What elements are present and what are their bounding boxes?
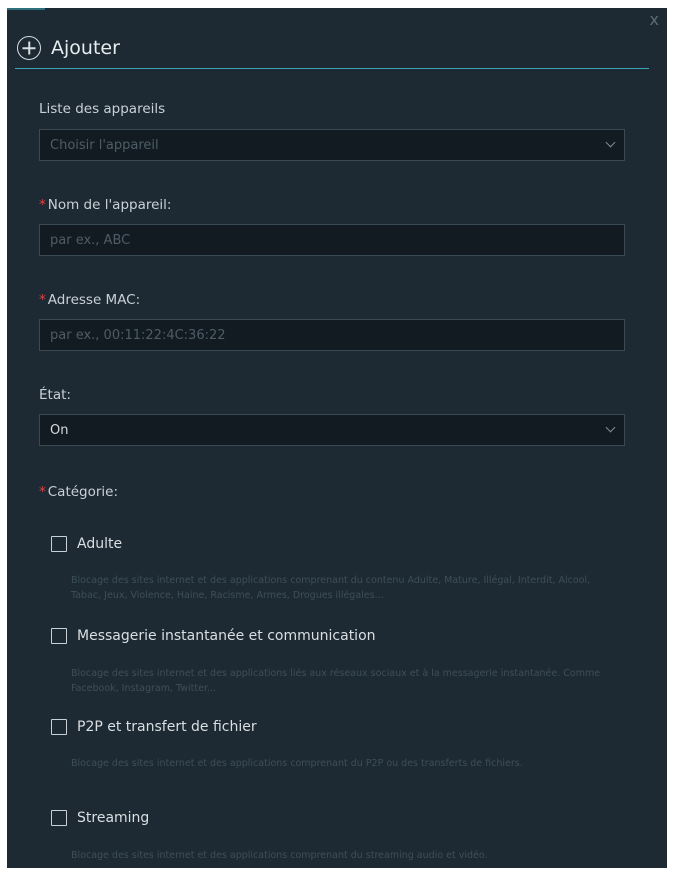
mac-address-label: * Adresse MAC:	[39, 292, 141, 308]
state-value: On	[50, 422, 69, 438]
category-item-description: Blocage des sites internet et des applic…	[71, 575, 591, 601]
top-accent-bar	[7, 8, 45, 10]
chevron-down-icon	[605, 422, 616, 433]
category-item-description: Blocage des sites internet et des applic…	[71, 850, 488, 861]
category-item-p2p[interactable]: P2P et transfert de fichier	[51, 719, 257, 735]
category-item-streaming[interactable]: Streaming	[51, 810, 149, 826]
category-item-label: Messagerie instantanée et communication	[77, 628, 376, 644]
chevron-down-icon	[605, 137, 616, 148]
required-marker: *	[39, 484, 46, 500]
device-name-input[interactable]: par ex., ABC	[39, 224, 625, 256]
close-icon[interactable]: x	[650, 12, 659, 28]
device-name-label: * Nom de l'appareil:	[39, 197, 172, 213]
dialog-header: Ajouter	[15, 28, 649, 69]
category-item-label: Adulte	[77, 536, 123, 552]
streaming-checkbox[interactable]	[51, 810, 67, 826]
category-item-description: Blocage des sites internet et des applic…	[71, 668, 601, 694]
category-label: * Catégorie:	[39, 484, 119, 500]
device-name-placeholder: par ex., ABC	[50, 232, 131, 248]
category-item-messagerie[interactable]: Messagerie instantanée et communication	[51, 628, 376, 644]
mac-address-input[interactable]: par ex., 00:11:22:4C:36:22	[39, 319, 625, 351]
dialog-title: Ajouter	[51, 37, 120, 59]
category-item-label: P2P et transfert de fichier	[77, 719, 257, 735]
device-list-label: Liste des appareils	[39, 101, 166, 117]
p2p-checkbox[interactable]	[51, 719, 67, 735]
add-circle-icon	[17, 36, 41, 60]
add-device-dialog: x Ajouter Liste des appareils Choisir l'…	[7, 8, 667, 868]
required-marker: *	[39, 197, 46, 213]
messagerie-checkbox[interactable]	[51, 628, 67, 644]
category-item-adulte[interactable]: Adulte	[51, 536, 122, 552]
adulte-checkbox[interactable]	[51, 536, 67, 552]
device-list-select[interactable]: Choisir l'appareil	[39, 129, 625, 161]
mac-address-placeholder: par ex., 00:11:22:4C:36:22	[50, 327, 226, 343]
state-select[interactable]: On	[39, 414, 625, 446]
category-item-label: Streaming	[77, 810, 150, 826]
required-marker: *	[39, 292, 46, 308]
device-list-placeholder: Choisir l'appareil	[50, 137, 159, 153]
state-label: État:	[39, 387, 71, 403]
category-item-description: Blocage des sites internet et des applic…	[71, 758, 523, 769]
